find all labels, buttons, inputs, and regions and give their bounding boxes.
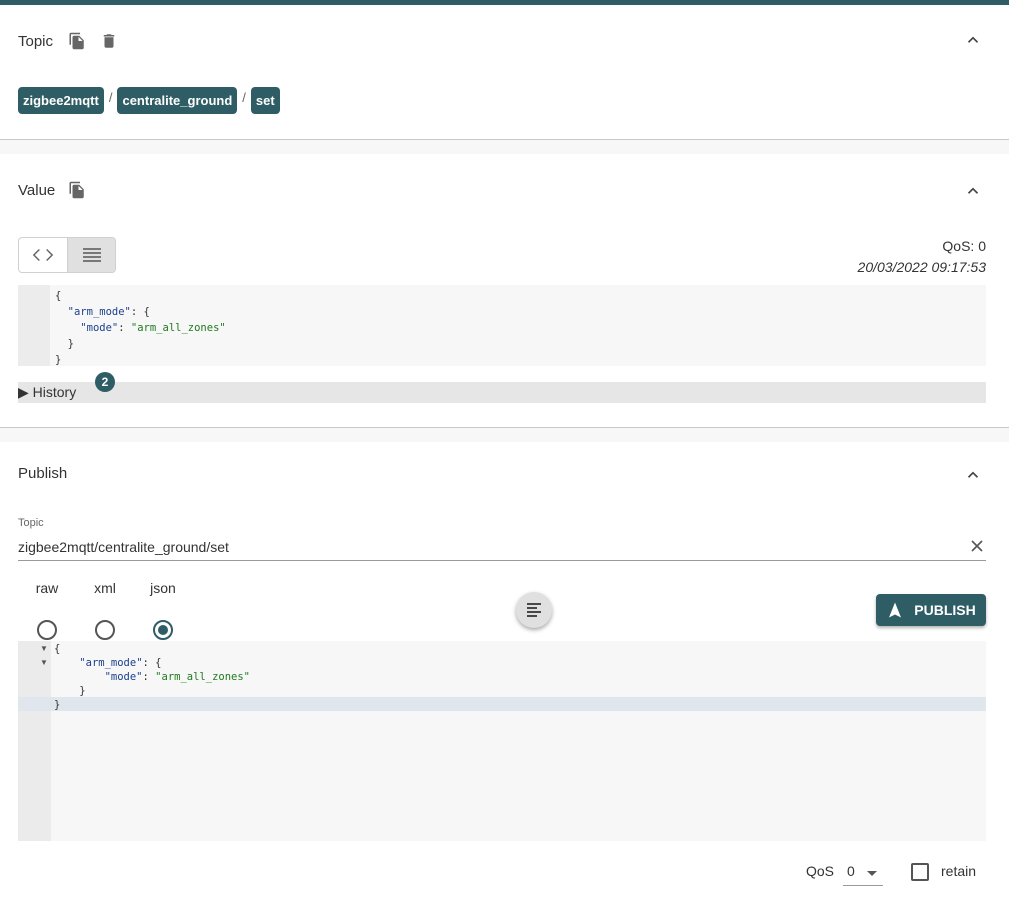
editor-gutter — [18, 641, 51, 841]
fold-marker[interactable]: ▼ — [40, 644, 48, 653]
qos-value: 0 — [847, 863, 855, 879]
publish-panel-title: Publish — [18, 465, 68, 482]
delete-icon[interactable] — [97, 29, 121, 53]
code-view-button[interactable] — [19, 238, 67, 272]
radio-xml[interactable] — [95, 620, 115, 640]
topic-segment-chip[interactable]: set — [250, 87, 280, 114]
code-icon — [32, 248, 54, 262]
value-json-viewer: { "arm_mode": { "mode": "arm_all_zones" … — [18, 285, 986, 366]
radio-raw[interactable] — [37, 620, 57, 640]
qos-label: QoS — [806, 863, 835, 879]
publish-json-code: { "arm_mode": { "mode": "arm_all_zones" … — [54, 643, 250, 711]
retain-checkbox[interactable] — [911, 863, 929, 881]
chevron-up-icon[interactable] — [963, 465, 983, 485]
topic-segment-chip[interactable]: centralite_ground — [117, 87, 238, 114]
format-radio-xml: xml — [80, 580, 130, 640]
value-qos: QoS: 0 — [942, 238, 986, 254]
copy-icon[interactable] — [65, 178, 89, 202]
value-panel-title: Value — [18, 181, 56, 199]
value-view-toggle — [18, 237, 116, 273]
chevron-up-icon[interactable] — [963, 30, 983, 50]
topic-panel-header: Topic — [18, 29, 121, 53]
viewer-gutter — [18, 285, 50, 366]
history-label: ▶ History — [18, 384, 77, 400]
topic-separator: / — [242, 90, 246, 105]
format-radio-raw: raw — [22, 580, 72, 640]
radio-json[interactable] — [153, 620, 173, 640]
format-label-json: json — [150, 580, 176, 596]
value-panel-header: Value — [18, 178, 89, 202]
topic-panel: Topic zigbee2mqtt / centralite_ground / set — [0, 5, 1009, 139]
publish-button-label: PUBLISH — [914, 602, 976, 618]
topic-separator: / — [108, 90, 113, 105]
value-json-code: { "arm_mode": { "mode": "arm_all_zones" … — [55, 290, 226, 366]
publish-button[interactable]: PUBLISH — [876, 594, 986, 626]
format-radio-json: json — [138, 580, 188, 640]
panel-divider — [0, 427, 1009, 442]
publish-json-editor[interactable]: ▼ ▼ { "arm_mode": { "mode": "arm_all_zon… — [18, 641, 986, 841]
topic-segment-chip[interactable]: zigbee2mqtt — [18, 87, 104, 114]
formatted-view-button[interactable] — [67, 238, 115, 272]
history-count-badge: 2 — [95, 372, 115, 392]
close-icon[interactable] — [970, 539, 984, 553]
value-timestamp: 20/03/2022 09:17:53 — [857, 259, 986, 275]
panel-divider — [0, 139, 1009, 154]
format-json-button[interactable] — [516, 592, 552, 628]
publish-topic-label: Topic — [18, 517, 44, 529]
publish-panel-header: Publish — [18, 465, 67, 482]
list-icon — [82, 248, 101, 262]
fold-marker[interactable]: ▼ — [40, 658, 48, 667]
topic-breadcrumb: zigbee2mqtt / centralite_ground / set — [18, 87, 280, 114]
dropdown-arrow-icon — [867, 871, 877, 876]
format-label-xml: xml — [94, 580, 116, 596]
history-toggle[interactable]: ▶ History 2 — [18, 372, 986, 403]
send-icon — [889, 602, 902, 618]
topic-panel-title: Topic — [18, 32, 54, 50]
copy-icon[interactable] — [65, 29, 89, 53]
publish-topic-input[interactable] — [18, 537, 958, 557]
retain-label: retain — [941, 863, 977, 879]
chevron-up-icon[interactable] — [963, 181, 983, 201]
publish-topic-field: Topic — [18, 515, 986, 561]
format-label-raw: raw — [35, 580, 59, 596]
format-icon — [527, 603, 541, 617]
qos-select[interactable]: 0 — [843, 858, 883, 886]
